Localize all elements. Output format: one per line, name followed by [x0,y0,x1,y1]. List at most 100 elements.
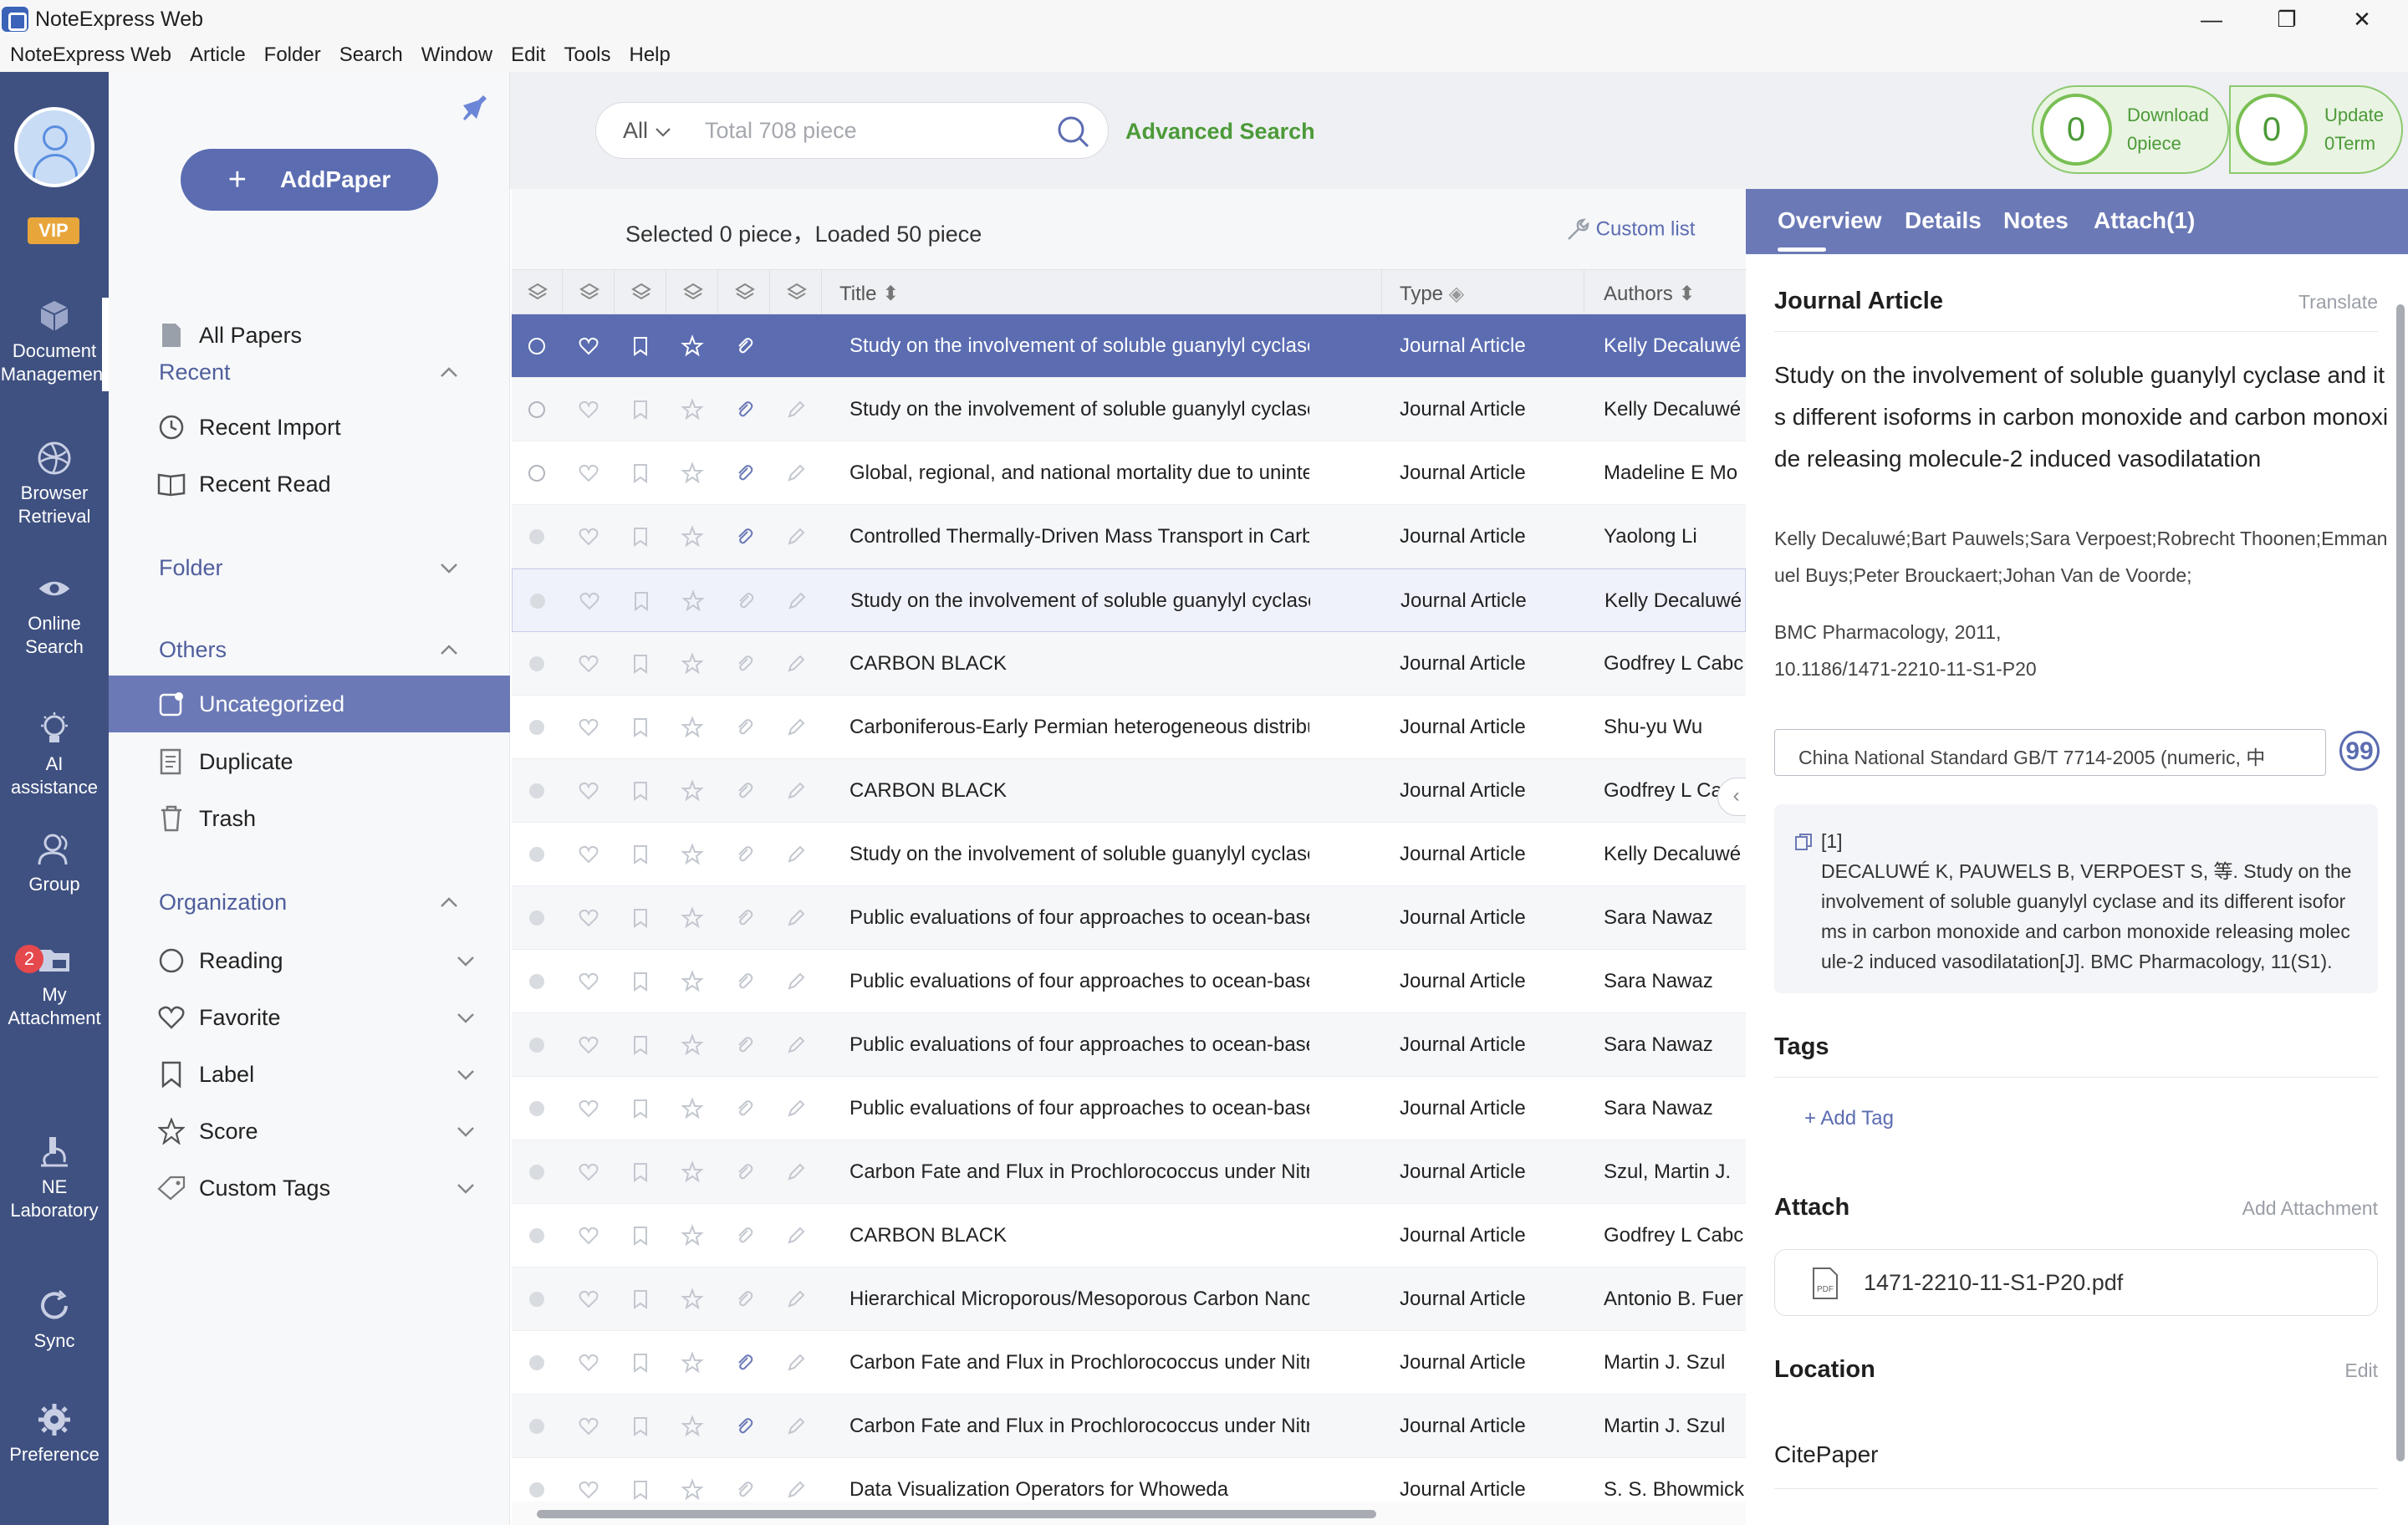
star-icon[interactable] [681,906,704,930]
pencil-icon[interactable] [784,716,808,739]
menu-article[interactable]: Article [190,43,246,67]
pencil-icon[interactable] [784,1478,808,1502]
minimize-button[interactable]: — [2174,0,2249,38]
heart-icon[interactable] [577,716,600,739]
table-row[interactable]: Study on the involvement of soluble guan… [512,569,1746,632]
bookmark-icon[interactable] [629,462,652,485]
pencil-icon[interactable] [785,589,809,613]
bookmark-icon[interactable] [629,906,652,930]
bookmark-icon[interactable] [629,1097,652,1120]
edit-location-button[interactable]: Edit [2344,1359,2378,1382]
paperclip-icon[interactable] [732,716,756,739]
sidebar-item-uncategorized[interactable]: Uncategorized [109,676,510,732]
paperclip-icon[interactable] [732,843,756,866]
pin-icon[interactable] [458,90,492,124]
bookmark-icon[interactable] [629,525,652,548]
column-sort-icon[interactable] [734,282,756,303]
star-icon[interactable] [681,1224,704,1247]
circle-icon[interactable] [525,716,548,739]
heart-icon[interactable] [577,1288,600,1311]
add-attachment-button[interactable]: Add Attachment [2242,1197,2378,1220]
rail-document-management[interactable]: Document Management [0,298,109,386]
pencil-icon[interactable] [784,1415,808,1438]
heart-icon[interactable] [577,398,600,421]
custom-list-button[interactable]: Custom list [1565,217,1695,242]
pencil-icon[interactable] [784,906,808,930]
bookmark-icon[interactable] [629,1288,652,1311]
sidebar-item-recent-read[interactable]: Recent Read [109,460,510,508]
vertical-scrollbar[interactable] [2393,254,2408,1508]
menu-search[interactable]: Search [339,43,403,67]
tab-notes[interactable]: Notes [2003,207,2069,234]
star-icon[interactable] [681,589,705,613]
heart-icon[interactable] [577,525,600,548]
circle-icon[interactable] [525,398,548,421]
section-folder[interactable]: Folder [159,555,493,581]
star-icon[interactable] [681,462,704,485]
bookmark-icon[interactable] [629,1351,652,1375]
star-icon[interactable] [681,1288,704,1311]
table-row[interactable]: Public evaluations of four approaches to… [512,950,1746,1013]
sidebar-item-trash[interactable]: Trash [109,794,510,843]
column-sort-icon[interactable] [579,282,600,303]
paperclip-icon[interactable] [732,1097,756,1120]
heart-icon[interactable] [577,652,600,676]
paperclip-icon[interactable] [733,589,757,613]
search-scope-select[interactable]: All [623,118,671,144]
paperclip-icon[interactable] [732,779,756,803]
sidebar-item-recent-import[interactable]: Recent Import [109,403,510,451]
star-icon[interactable] [681,1160,704,1184]
menu-tools[interactable]: Tools [564,43,610,67]
paperclip-icon[interactable] [732,334,756,358]
section-others[interactable]: Others [159,637,493,663]
attachment-item[interactable]: PDF 1471-2210-11-S1-P20.pdf [1774,1249,2378,1316]
rail-ne-laboratory[interactable]: NE Laboratory [0,1134,109,1222]
table-row[interactable]: CARBON BLACK Journal Article Godfrey L Cab… [512,1204,1746,1267]
heart-icon[interactable] [577,843,600,866]
star-icon[interactable] [681,1097,704,1120]
column-title[interactable]: Title ⬍ [839,282,899,306]
paperclip-icon[interactable] [732,906,756,930]
pencil-icon[interactable] [784,970,808,993]
heart-icon[interactable] [578,589,601,613]
circle-icon[interactable] [525,334,548,358]
bookmark-icon[interactable] [629,843,652,866]
star-icon[interactable] [681,334,704,358]
heart-icon[interactable] [577,1160,600,1184]
table-row[interactable]: Carboniferous-Early Permian heterogeneou… [512,696,1746,759]
circle-icon[interactable] [525,1160,548,1184]
table-row[interactable]: Study on the involvement of soluble guan… [512,823,1746,886]
table-row[interactable]: Public evaluations of four approaches to… [512,1077,1746,1140]
rail-online-search[interactable]: Online Search [0,570,109,659]
bookmark-icon[interactable] [629,970,652,993]
table-row[interactable]: Hierarchical Microporous/Mesoporous Carb… [512,1267,1746,1331]
pencil-icon[interactable] [784,779,808,803]
sidebar-item-duplicate[interactable]: Duplicate [109,737,510,786]
table-row[interactable]: Carbon Fate and Flux in Prochlorococcus … [512,1395,1746,1458]
table-row[interactable]: Study on the involvement of soluble guan… [512,314,1746,378]
pencil-icon[interactable] [784,398,808,421]
circle-icon[interactable] [525,462,548,485]
table-row[interactable]: CARBON BLACK Journal Article Godfrey L Ca [512,759,1746,823]
pencil-icon[interactable] [784,1288,808,1311]
heart-icon[interactable] [577,906,600,930]
pencil-icon[interactable] [784,1033,808,1057]
close-button[interactable]: ✕ [2324,0,2400,38]
bookmark-icon[interactable] [629,1224,652,1247]
star-icon[interactable] [681,1415,704,1438]
star-icon[interactable] [681,970,704,993]
circle-icon[interactable] [525,1033,548,1057]
bookmark-icon[interactable] [629,1478,652,1502]
heart-icon[interactable] [577,1415,600,1438]
rail-sync[interactable]: Sync [0,1288,109,1353]
heart-icon[interactable] [577,1097,600,1120]
circle-icon[interactable] [525,652,548,676]
bookmark-icon[interactable] [629,1415,652,1438]
bookmark-icon[interactable] [629,716,652,739]
sidebar-item-label[interactable]: Label [109,1050,510,1099]
table-row[interactable]: Public evaluations of four approaches to… [512,886,1746,950]
download-status[interactable]: 0 Download 0piece [2032,85,2229,174]
advanced-search-link[interactable]: Advanced Search [1125,119,1315,145]
table-row[interactable]: Carbon Fate and Flux in Prochlorococcus … [512,1140,1746,1204]
update-status[interactable]: 0 Update 0Term [2229,85,2403,174]
